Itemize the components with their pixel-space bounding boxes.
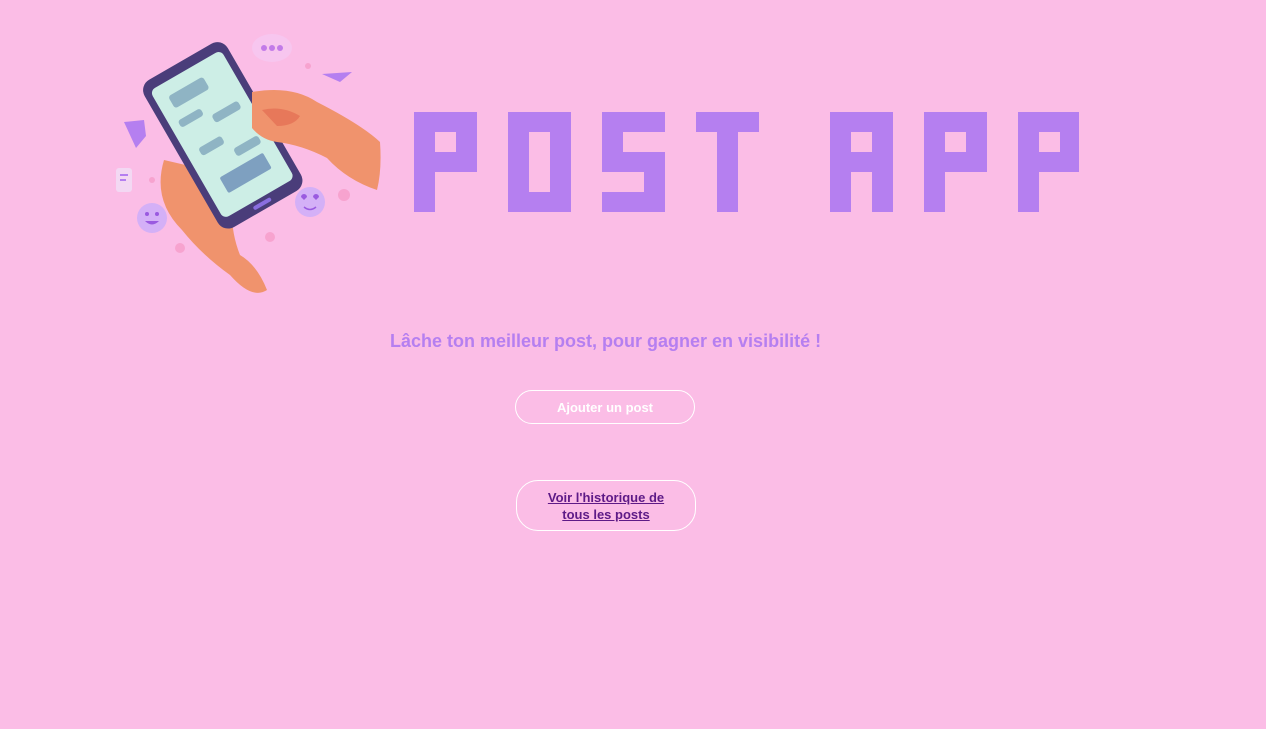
logo-pixel [924,112,945,132]
heart-eyes-emoji-icon [295,187,325,217]
logo-pixel [414,112,435,132]
logo-pixel [508,132,529,152]
logo-pixel [602,192,623,212]
logo-pixel [1018,172,1039,192]
logo-pixel [602,152,623,172]
hand-phone-illustration [116,34,381,293]
logo-pixel [1018,152,1039,172]
logo-pixel [644,172,665,192]
logo-pixel [966,112,987,132]
logo-pixel [508,172,529,192]
logo-pixel [717,192,738,212]
logo-pixel [1018,132,1039,152]
logo-pixel [1039,152,1060,172]
logo-pixel [738,112,759,132]
tagline: Lâche ton meilleur post, pour gagner en … [390,331,822,351]
chat-bubble-icon [252,34,292,62]
logo-pixel [830,132,851,152]
logo-pixel [414,192,435,212]
history-link[interactable]: Voir l'historique de tous les posts [541,489,671,523]
add-post-button[interactable]: Ajouter un post [515,390,695,424]
logo-pixel [966,132,987,152]
logo-pixel [414,152,435,172]
logo-pixel [717,132,738,152]
logo-pixel [830,172,851,192]
logo-pixel [1018,192,1039,212]
logo-pixel [830,152,851,172]
diamond-shape-icon [124,120,146,148]
logo-pixel [550,132,571,152]
logo-pixel [623,192,644,212]
logo-pixel [1060,132,1081,152]
logo-pixel [696,112,717,132]
logo-pixel [456,112,477,132]
app-logo [414,112,1081,212]
logo-pixel [851,112,872,132]
logo-pixel [508,152,529,172]
logo-pixel [924,192,945,212]
logo-pixel [550,152,571,172]
logo-pixel [1060,112,1081,132]
logo-pixel [1060,152,1081,172]
logo-pixel [414,172,435,192]
logo-pixel [508,192,529,212]
logo-pixel [623,112,644,132]
logo-lettering [414,112,1081,212]
logo-pixel [1039,112,1060,132]
logo-pixel [435,112,456,132]
logo-pixel [966,152,987,172]
logo-pixel [924,152,945,172]
logo-pixel [924,132,945,152]
logo-pixel [872,112,893,132]
logo-pixel [644,192,665,212]
logo-pixel [602,112,623,132]
logo-pixel [435,152,456,172]
logo-pixel [456,152,477,172]
logo-pixel [717,172,738,192]
logo-pixel [872,172,893,192]
logo-pixel [945,152,966,172]
logo-pixel [872,132,893,152]
logo-pixel [602,132,623,152]
logo-pixel [623,152,644,172]
logo-pixel [550,192,571,212]
smiley-face-icon [137,203,167,233]
logo-pixel [508,112,529,132]
logo-pixel [924,172,945,192]
logo-pixel [644,152,665,172]
logo-pixel [830,112,851,132]
logo-pixel [529,112,550,132]
paper-plane-icon [322,72,352,82]
history-button[interactable]: Voir l'historique de tous les posts [516,480,696,531]
logo-pixel [1018,112,1039,132]
logo-pixel [945,112,966,132]
logo-pixel [830,192,851,212]
logo-pixel [550,172,571,192]
logo-pixel [414,132,435,152]
logo-pixel [456,132,477,152]
logo-pixel [872,152,893,172]
logo-pixel [851,152,872,172]
logo-pixel [529,192,550,212]
logo-pixel [717,112,738,132]
logo-pixel [872,192,893,212]
logo-pixel [550,112,571,132]
logo-pixel [644,112,665,132]
logo-pixel [717,152,738,172]
